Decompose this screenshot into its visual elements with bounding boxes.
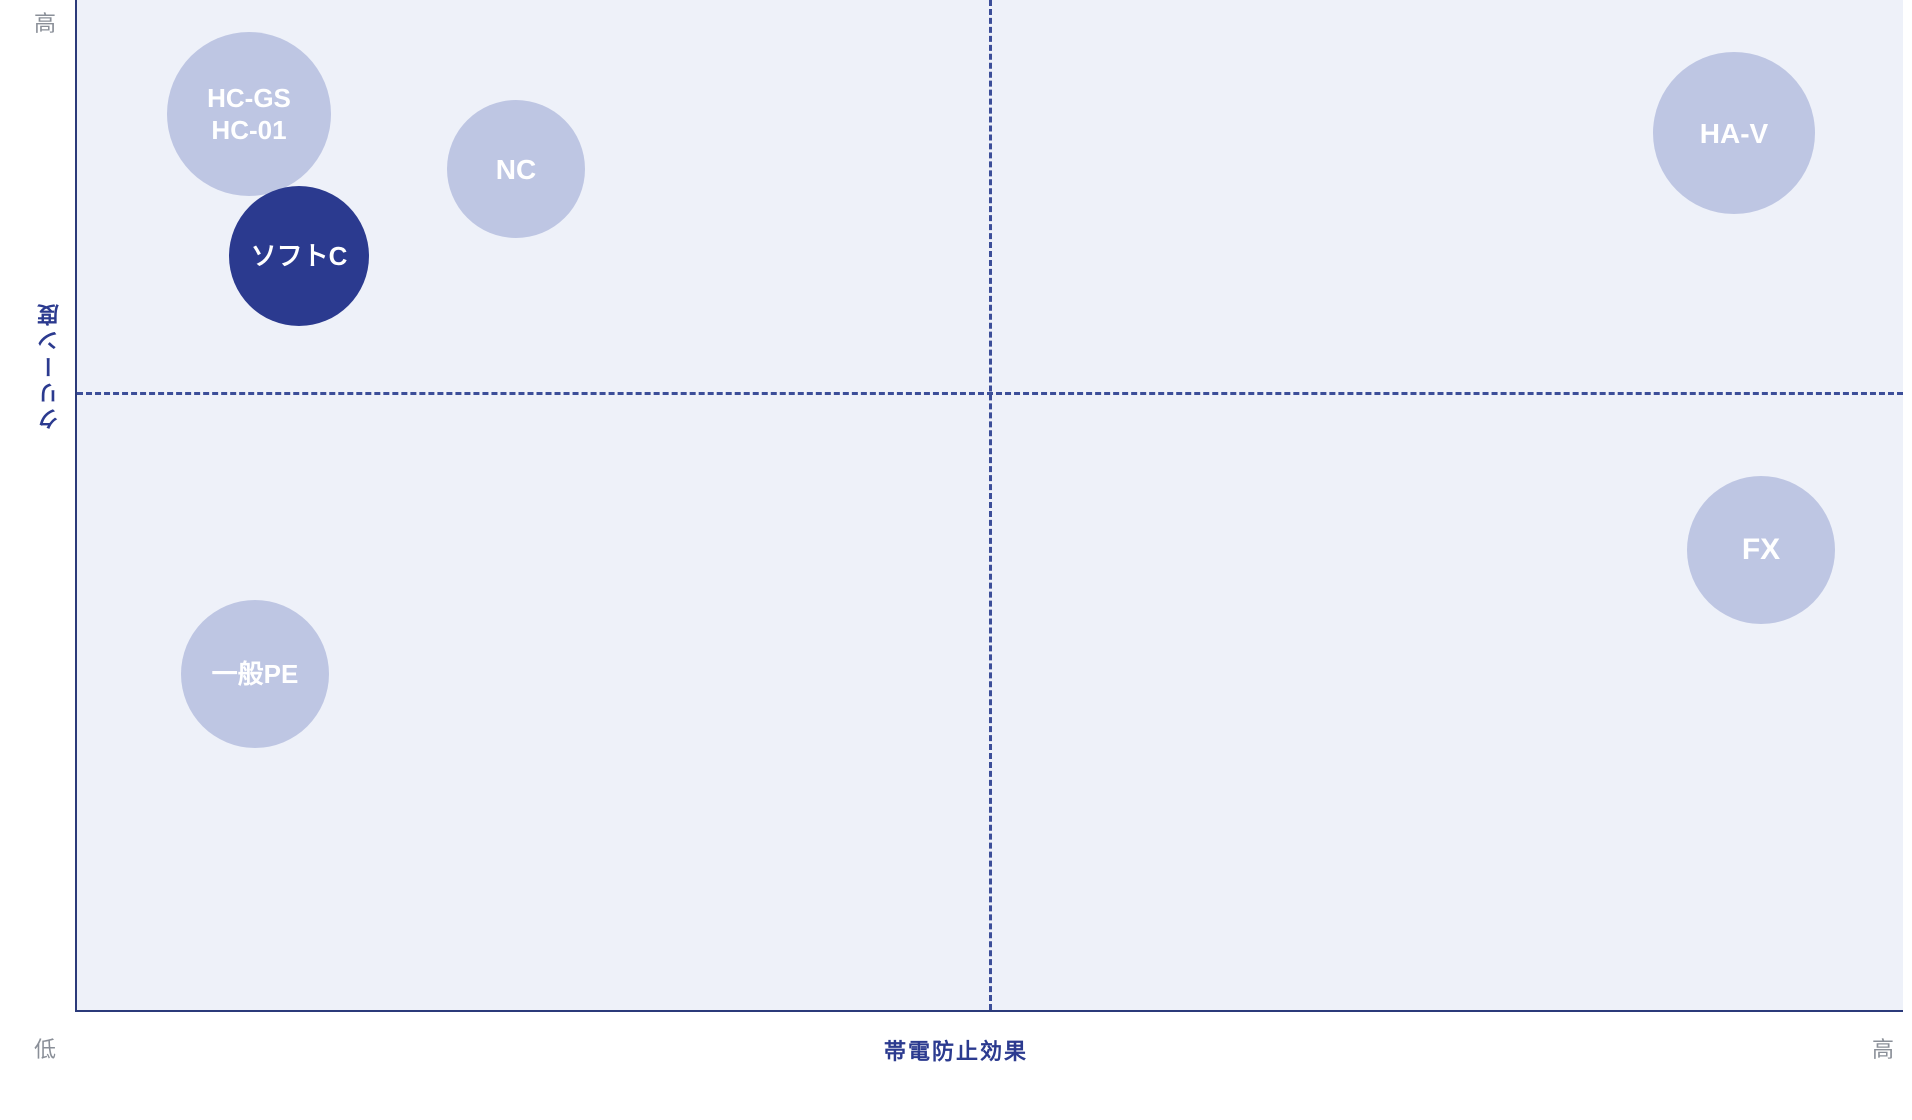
bubble-label-line: HC-01 xyxy=(211,114,286,147)
horizontal-divider xyxy=(77,392,1903,395)
xy-axis-tick-low: 低 xyxy=(34,1032,56,1064)
bubble-label-line: NC xyxy=(496,152,536,187)
x-axis-label: 帯電防止効果 xyxy=(0,1034,1912,1066)
bubble-label-line: 一般PE xyxy=(212,658,299,691)
bubble-label-line: HC-GS xyxy=(207,82,291,115)
bubble-nc: NC xyxy=(447,100,585,238)
bubble-hc-gs-hc-01: HC-GS HC-01 xyxy=(167,32,331,196)
bubble-fx: FX xyxy=(1687,476,1835,624)
bubble-ha-v: HA-V xyxy=(1653,52,1815,214)
vertical-divider xyxy=(989,0,992,1010)
y-axis-label: クリーン度 xyxy=(34,300,58,430)
bubble-label-line: FX xyxy=(1742,531,1780,569)
bubble-general-pe: 一般PE xyxy=(181,600,329,748)
bubble-label-line: ソフトC xyxy=(251,240,348,273)
bubble-label-line: HA-V xyxy=(1700,116,1768,151)
y-axis-tick-high: 高 xyxy=(34,6,56,38)
plot-area: HC-GS HC-01 ソフトC NC HA-V 一般PE FX xyxy=(75,0,1903,1012)
quadrant-chart: クリーン度 高 HC-GS HC-01 ソフトC NC HA-V 一般PE FX… xyxy=(0,0,1912,1120)
bubble-soft-c: ソフトC xyxy=(229,186,369,326)
x-axis-tick-high: 高 xyxy=(1872,1032,1894,1064)
